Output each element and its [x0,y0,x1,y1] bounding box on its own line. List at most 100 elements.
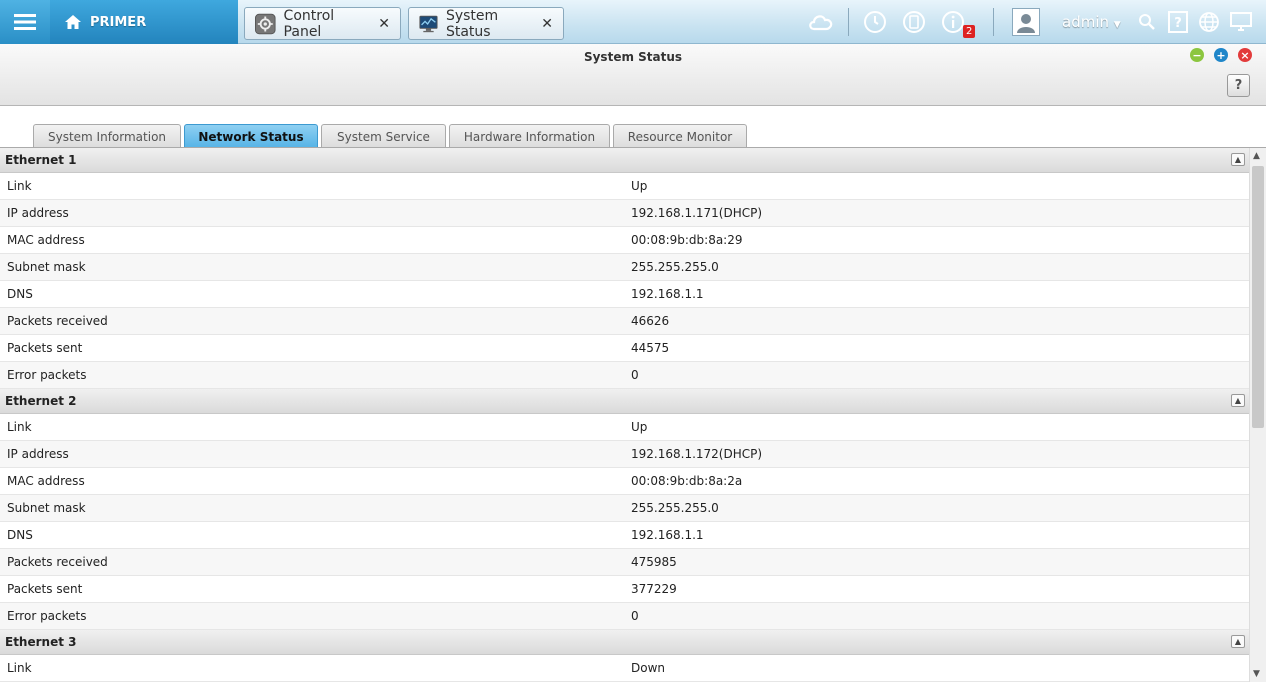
main-menu-button[interactable] [0,0,50,44]
maximize-button[interactable]: + [1214,48,1228,62]
table-row: MAC address 00:08:9b:db:8a:29 [0,227,1249,254]
table-row: Link Down [0,655,1249,682]
table-row: Error packets 0 [0,603,1249,630]
help-icon[interactable]: ? [1165,9,1191,35]
row-key: Packets sent [7,341,83,355]
section-title: Ethernet 1 [5,153,77,167]
network-status-panel: Ethernet 1 ▲ Link Up IP address 192.168.1.… [0,148,1249,682]
close-icon[interactable]: ✕ [378,16,390,32]
plus-icon: + [1216,48,1226,62]
section-header-ethernet-1: Ethernet 1 ▲ [0,148,1249,173]
hamburger-icon [14,14,36,30]
row-key: Link [7,420,32,434]
cloud-icon[interactable] [807,9,835,35]
collapse-icon[interactable]: ▲ [1231,635,1245,648]
row-key: MAC address [7,233,85,247]
system-status-icon [419,15,438,32]
row-value: Up [631,179,648,193]
row-value: 255.255.255.0 [631,501,719,515]
row-key: MAC address [7,474,85,488]
top-bar: PRIMER Control Panel ✕ System Status ✕ 2… [0,0,1266,44]
tab-resource-monitor[interactable]: Resource Monitor [613,124,747,148]
row-key: Error packets [7,368,87,382]
collapse-icon[interactable]: ▲ [1231,153,1245,166]
table-row: Packets sent 377229 [0,576,1249,603]
row-key: Link [7,661,32,675]
notification-badge: 2 [963,25,976,38]
clock-icon[interactable] [862,9,888,35]
app-tab-control-panel[interactable]: Control Panel ✕ [244,7,401,40]
svg-text:?: ? [1174,16,1182,31]
row-value: 192.168.1.1 [631,287,704,301]
toolbar-divider [848,8,849,36]
home-label: PRIMER [90,14,147,30]
user-name: admin [1062,13,1109,31]
tab-system-service[interactable]: System Service [321,124,446,148]
table-row: MAC address 00:08:9b:db:8a:2a [0,468,1249,495]
user-menu[interactable]: admin ▼ [1062,13,1121,31]
row-value: Up [631,420,648,434]
row-value: 00:08:9b:db:8a:29 [631,233,743,247]
row-key: Subnet mask [7,260,86,274]
table-row: Packets sent 44575 [0,335,1249,362]
control-panel-icon [255,13,276,34]
monitor-icon[interactable] [1228,9,1254,35]
user-avatar-icon[interactable] [1012,8,1040,36]
table-row: Error packets 0 [0,362,1249,389]
row-key: DNS [7,528,33,542]
row-key: Packets received [7,555,108,569]
row-value: 192.168.1.172(DHCP) [631,447,763,461]
sync-icon[interactable] [901,9,927,35]
window-header: System Status − + × ? [0,44,1266,106]
row-value: 192.168.1.171(DHCP) [631,206,763,220]
row-value: 46626 [631,314,670,328]
row-key: Error packets [7,609,87,623]
close-icon: × [1240,48,1250,62]
collapse-icon[interactable]: ▲ [1231,394,1245,407]
row-key: Subnet mask [7,501,86,515]
home-icon [65,15,81,29]
section-title: Ethernet 3 [5,635,77,649]
minimize-button[interactable]: − [1190,48,1204,62]
close-icon[interactable]: ✕ [541,16,553,32]
tab-system-information[interactable]: System Information [33,124,181,148]
app-tab-system-status[interactable]: System Status ✕ [408,7,564,40]
scroll-down-icon[interactable]: ▼ [1253,669,1260,679]
search-icon[interactable] [1134,9,1160,35]
help-button[interactable]: ? [1227,74,1250,97]
home-button[interactable]: PRIMER [50,0,238,44]
table-row: IP address 192.168.1.172(DHCP) [0,441,1249,468]
toolbar-divider [993,8,994,36]
tab-network-status[interactable]: Network Status [184,124,318,148]
table-row: Link Up [0,173,1249,200]
section-header-ethernet-2: Ethernet 2 ▲ [0,389,1249,414]
row-value: 0 [631,368,639,382]
window-title: System Status [583,50,683,64]
table-row: Packets received 46626 [0,308,1249,335]
scroll-up-icon[interactable]: ▲ [1253,151,1260,161]
table-row: Link Up [0,414,1249,441]
section-title: Ethernet 2 [5,394,77,408]
vertical-scrollbar[interactable]: ▲ ▼ [1249,148,1266,682]
chevron-down-icon: ▼ [1113,20,1121,30]
tab-hardware-information[interactable]: Hardware Information [449,124,610,148]
minus-icon: − [1192,48,1202,62]
row-value: 00:08:9b:db:8a:2a [631,474,743,488]
app-tab-label: Control Panel [283,7,335,40]
app-tab-label: System Status [445,7,499,40]
row-value: 0 [631,609,639,623]
table-row: DNS 192.168.1.1 [0,281,1249,308]
row-key: Packets sent [7,582,83,596]
table-row: DNS 192.168.1.1 [0,522,1249,549]
row-value: 44575 [631,341,670,355]
row-key: DNS [7,287,33,301]
table-row: Subnet mask 255.255.255.0 [0,495,1249,522]
row-value: Down [631,661,666,675]
section-header-ethernet-3: Ethernet 3 ▲ [0,630,1249,655]
tab-bar: System Information Network Status System… [33,124,747,148]
row-key: Packets received [7,314,108,328]
close-window-button[interactable]: × [1238,48,1252,62]
row-value: 475985 [631,555,677,569]
globe-icon[interactable] [1196,9,1222,35]
scrollbar-thumb[interactable] [1252,166,1264,428]
